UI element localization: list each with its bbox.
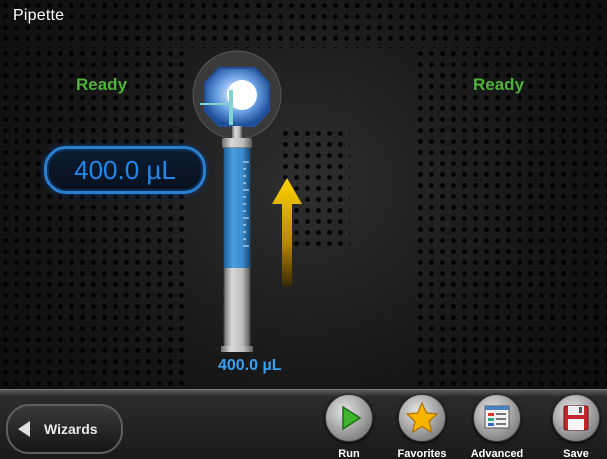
back-triangle-icon — [18, 421, 30, 437]
floppy-disk-icon — [563, 405, 589, 431]
wizards-button[interactable]: Wizards — [6, 404, 123, 454]
run-button-label: Run — [338, 448, 360, 459]
volume-setpoint-value: 400.0 µL — [74, 154, 176, 185]
advanced-window-icon — [484, 405, 510, 429]
window-title: Pipette — [13, 7, 65, 24]
wizards-button-label: Wizards — [44, 421, 98, 437]
dot-pattern-left — [0, 48, 185, 388]
dot-pattern-right — [415, 48, 607, 388]
save-button-label: Save — [563, 448, 589, 459]
run-button[interactable]: Run — [319, 394, 379, 459]
favorites-button[interactable]: Favorites — [392, 394, 452, 459]
save-button[interactable]: Save — [546, 394, 606, 459]
advanced-button[interactable]: Advanced — [467, 394, 527, 459]
star-icon — [405, 401, 439, 434]
current-volume-label: 400.0 µL — [218, 357, 282, 374]
favorites-button-label: Favorites — [397, 448, 447, 459]
pipette-screen: Pipette Ready Ready 400.0 µL 400.0 µL Wi… — [0, 0, 607, 459]
dot-pattern-top — [0, 0, 607, 48]
aspirate-arrow-icon — [272, 178, 302, 286]
play-icon — [342, 405, 362, 431]
status-ready-right: Ready — [473, 75, 525, 94]
volume-setpoint-field[interactable]: 400.0 µL — [44, 146, 206, 194]
status-ready-left: Ready — [76, 75, 128, 94]
advanced-button-label: Advanced — [470, 448, 524, 459]
